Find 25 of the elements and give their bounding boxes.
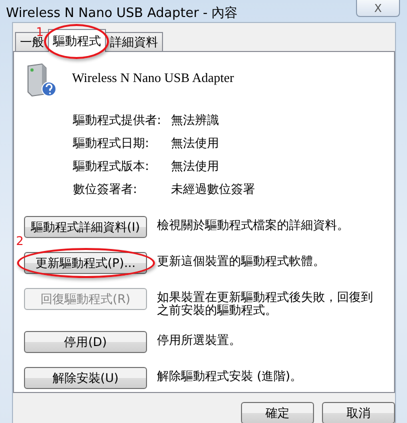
- action-description: 解除驅動程式安裝 (進階)。: [157, 370, 302, 383]
- annotation-number: 2: [16, 234, 24, 248]
- action-button[interactable]: 更新驅動程式(P)...: [24, 252, 147, 274]
- action-description: 停用所選裝置。: [157, 334, 241, 347]
- tab[interactable]: 驅動程式: [48, 29, 106, 52]
- info-value: 無法使用: [171, 135, 220, 152]
- window-title: Wireless N Nano USB Adapter - 內容: [6, 5, 238, 22]
- dialog-button[interactable]: 取消: [322, 402, 395, 423]
- device-name: Wireless N Nano USB Adapter: [72, 70, 234, 86]
- info-label: 數位簽署者:: [73, 181, 138, 198]
- action-button[interactable]: 停用(D): [24, 331, 147, 353]
- action-description: 如果裝置在更新驅動程式後失敗，回復到之前安裝的驅動程式。: [157, 291, 374, 317]
- info-value: 未經過數位簽署: [171, 181, 256, 198]
- action-button[interactable]: 解除安裝(U): [24, 367, 147, 389]
- info-value: 無法使用: [171, 158, 220, 175]
- info-label: 驅動程式版本:: [73, 158, 150, 175]
- close-button[interactable]: X: [356, 0, 400, 17]
- info-label: 驅動程式提供者:: [73, 112, 162, 129]
- info-value: 無法辨識: [171, 112, 220, 129]
- action-button[interactable]: 驅動程式詳細資料(I): [24, 216, 147, 238]
- info-label: 驅動程式日期:: [73, 135, 150, 152]
- action-description: 檢視關於驅動程式檔案的詳細資料。: [157, 219, 349, 232]
- action-description: 更新這個裝置的驅動程式軟體。: [157, 255, 325, 268]
- dialog-button[interactable]: 確定: [241, 402, 314, 423]
- tab[interactable]: 詳細資料: [105, 32, 163, 51]
